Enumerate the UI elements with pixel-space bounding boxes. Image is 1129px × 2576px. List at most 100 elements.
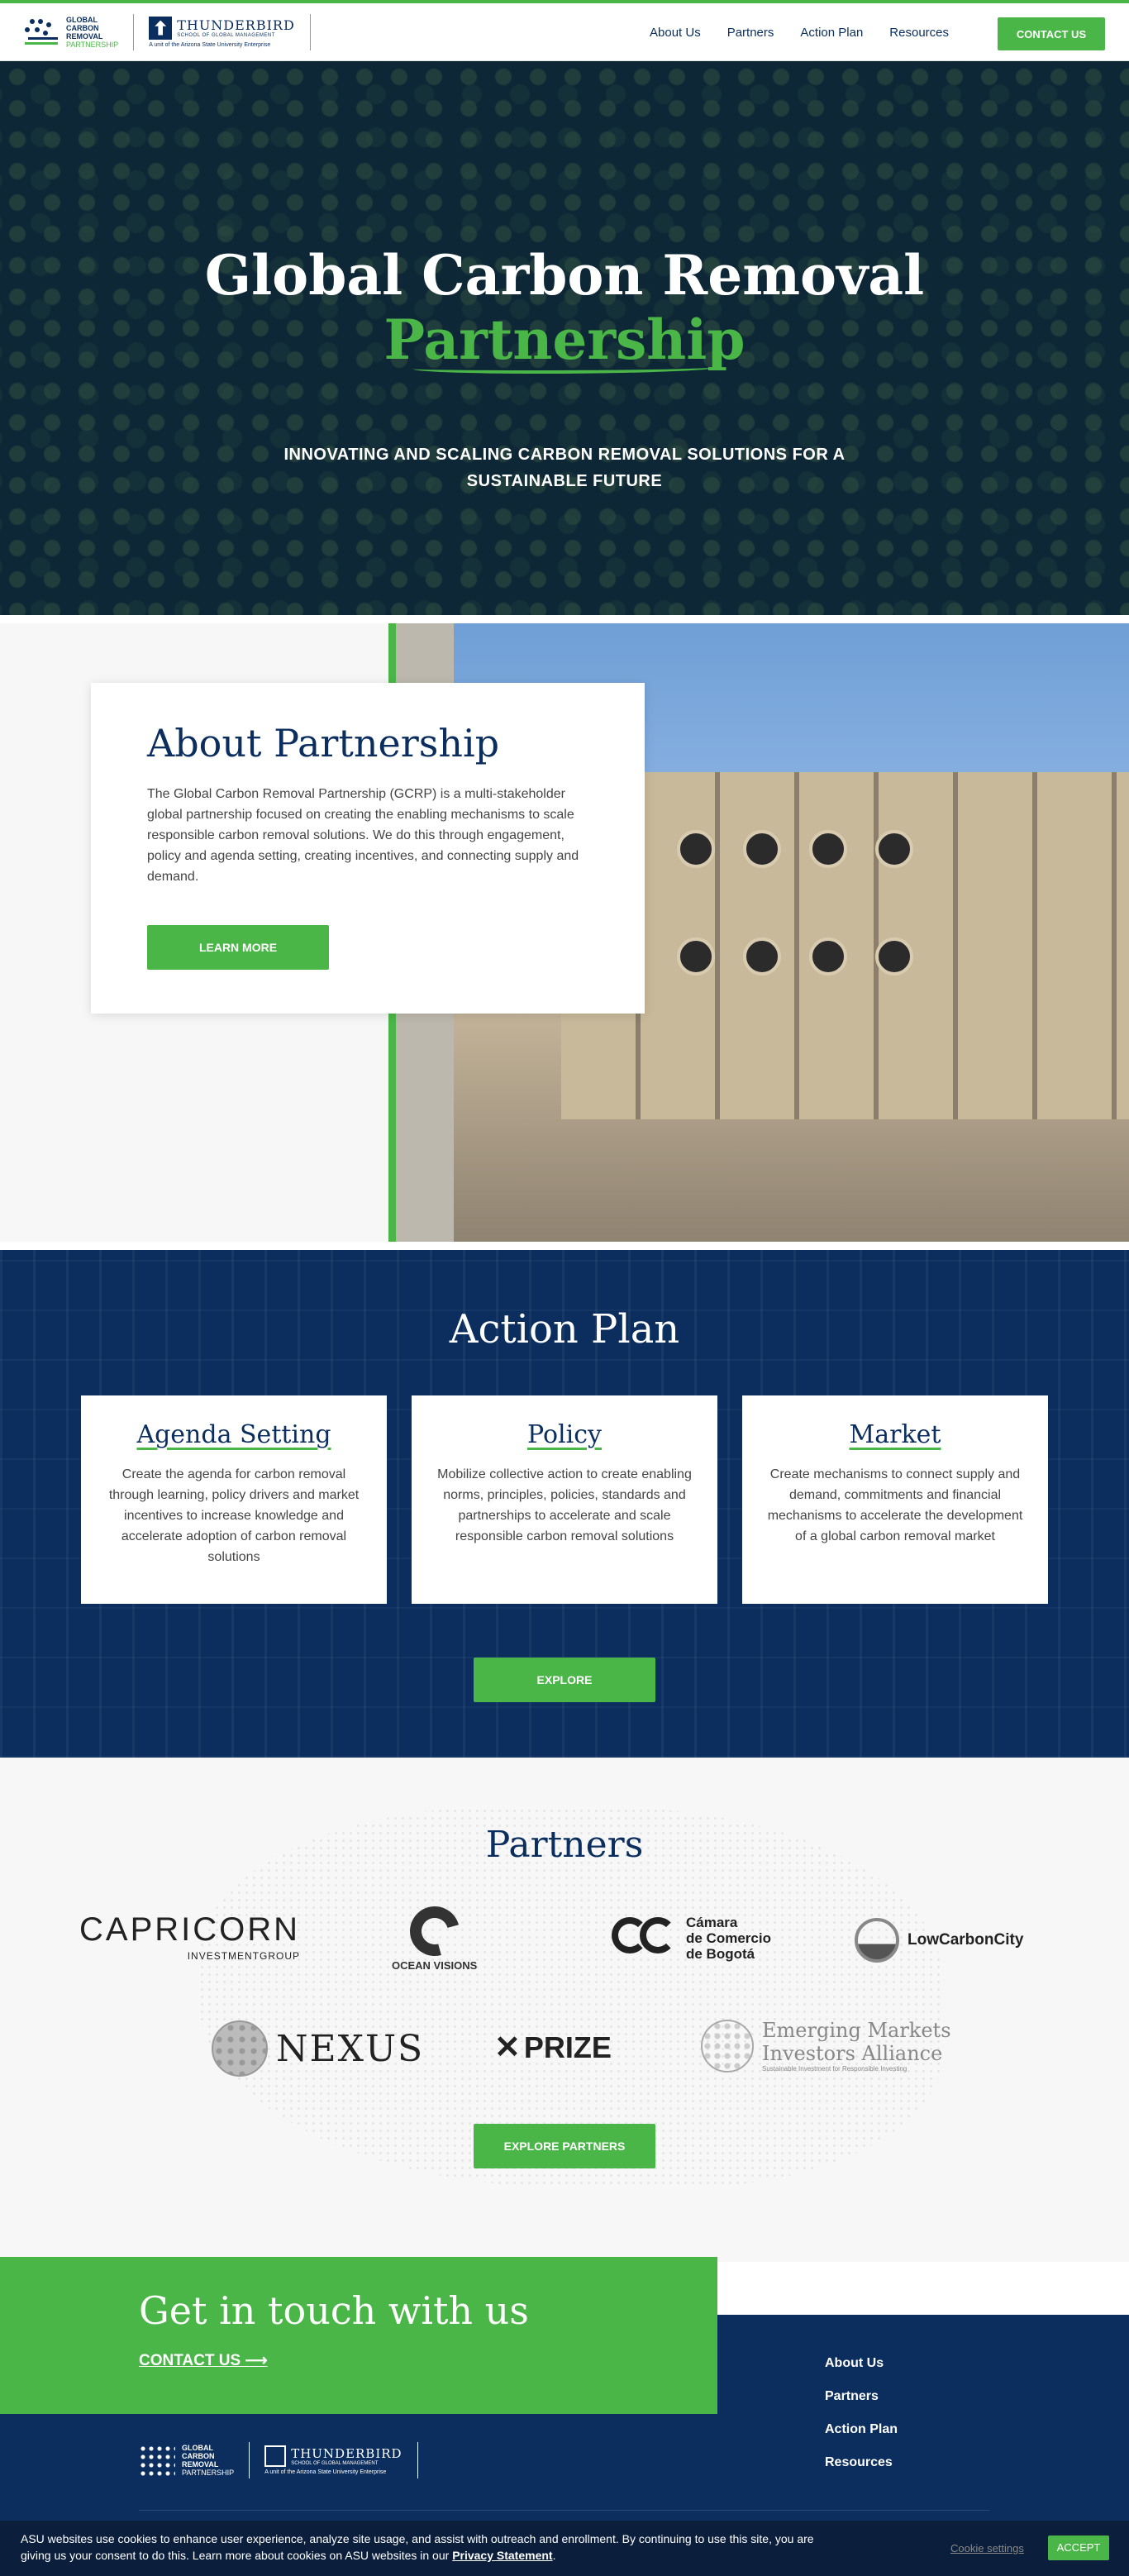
logo-line: PARTNERSHIP [182, 2469, 235, 2477]
emia-globe-icon [701, 2019, 754, 2073]
fan-icon [743, 937, 781, 976]
contact-us-link[interactable]: CONTACT US ⟶ [139, 2351, 268, 2370]
logo-line: GLOBAL [182, 2444, 213, 2452]
nav-partners[interactable]: Partners [727, 26, 774, 40]
footer-link-action-plan[interactable]: Action Plan [825, 2422, 898, 2437]
site-header: GLOBAL CARBON REMOVAL PARTNERSHIP THUNDE… [0, 3, 1129, 61]
plan-card-market[interactable]: Market Create mechanisms to connect supp… [742, 1395, 1048, 1604]
footer-thunderbird-logo[interactable]: THUNDERBIRD SCHOOL OF GLOBAL MANAGEMENT … [264, 2445, 402, 2475]
thunderbird-sub: SCHOOL OF GLOBAL MANAGEMENT [177, 33, 275, 38]
about-card: About Partnership The Global Carbon Remo… [91, 683, 645, 1014]
about-title: About Partnership [147, 721, 500, 766]
logo-line: GLOBAL [66, 15, 98, 24]
contact-us-button[interactable]: CONTACT US [998, 17, 1105, 50]
camara-icon [612, 1916, 678, 1960]
nav-action-plan[interactable]: Action Plan [800, 26, 863, 40]
fan-icon [875, 937, 913, 976]
nexus-globe-icon [212, 2020, 268, 2077]
thunderbird-name: THUNDERBIRD [177, 17, 295, 33]
gcrp-logo[interactable]: GLOBAL CARBON REMOVAL PARTNERSHIP [23, 16, 118, 49]
logo-divider [309, 13, 311, 50]
action-plan-title: Action Plan [449, 1306, 680, 1352]
cookie-settings-link[interactable]: Cookie settings [950, 2540, 1024, 2557]
footer-logos: GLOBAL CARBON REMOVAL PARTNERSHIP THUNDE… [139, 2442, 418, 2478]
explore-button[interactable]: EXPLORE [474, 1658, 655, 1702]
footer-divider [139, 2510, 990, 2511]
get-in-touch-title: Get in touch with us [139, 2288, 529, 2333]
emia-sub: Sustainable Investment for Responsible I… [762, 2065, 907, 2073]
hero-subtitle: INNOVATING AND SCALING CARBON REMOVAL SO… [283, 446, 846, 490]
partners-title: Partners [485, 1824, 644, 1866]
plan-card-policy[interactable]: Policy Mobilize collective action to cre… [412, 1395, 717, 1604]
plan-card-body: Mobilize collective action to create ena… [437, 1467, 692, 1543]
thunderbird-unit: A unit of the Arizona State University E… [264, 2469, 387, 2475]
footer-gcrp-logo[interactable]: GLOBAL CARBON REMOVAL PARTNERSHIP [139, 2444, 234, 2477]
logo-line: REMOVAL [182, 2460, 219, 2469]
logo-line: CARBON [66, 23, 99, 32]
ocean-swirl-icon [400, 1897, 469, 1965]
fan-icon [743, 830, 781, 868]
logo-divider [249, 2442, 250, 2478]
capricorn-name: CAPRICORN [79, 1911, 301, 1948]
logo-line: CARBON [182, 2452, 215, 2460]
camara-line: Cámara [686, 1915, 738, 1930]
fan-icon [809, 830, 847, 868]
hero-title-line1: Global Carbon Removal [204, 243, 925, 308]
hero-section: Global Carbon Removal Partnership INNOVA… [0, 61, 1129, 615]
emia-logo[interactable]: Emerging Markets Investors Alliance Sust… [701, 2019, 951, 2073]
main-nav: About Us Partners Action Plan Resources [650, 3, 949, 61]
ocean-visions-logo[interactable]: OCEAN VISIONS [392, 1897, 478, 1972]
cookie-message: ASU websites use cookies to enhance user… [21, 2532, 814, 2562]
cookie-banner: ASU websites use cookies to enhance user… [0, 2521, 1129, 2576]
ocean-visions-name: OCEAN VISIONS [392, 1959, 478, 1972]
gcrp-dots-icon [23, 16, 61, 49]
logo-line: REMOVAL [66, 31, 103, 41]
fan-icon [875, 830, 913, 868]
footer-link-partners[interactable]: Partners [825, 2389, 898, 2404]
about-body: The Global Carbon Removal Partnership (G… [147, 787, 579, 884]
explore-partners-button[interactable]: EXPLORE PARTNERS [474, 2124, 655, 2168]
lowcarboncity-logo[interactable]: LowCarbonCity [855, 1918, 1023, 1963]
action-plan-section: Action Plan Agenda Setting Create the ag… [0, 1242, 1129, 1758]
facility-structure [561, 772, 1129, 1119]
fan-icon [809, 937, 847, 976]
xprize-logo[interactable]: ✕ PRIZE [494, 2029, 612, 2066]
lowcarboncity-name: LowCarbonCity [907, 1931, 1024, 1949]
footer-links: About Us Partners Action Plan Resources [825, 2356, 898, 2470]
partners-section: Partners CAPRICORN INVESTMENTGROUP OCEAN… [0, 1758, 1129, 2262]
thunderbird-sub: SCHOOL OF GLOBAL MANAGEMENT [291, 2461, 379, 2466]
thunderbird-name: THUNDERBIRD [291, 2446, 403, 2461]
thunderbird-logo[interactable]: THUNDERBIRD SCHOOL OF GLOBAL MANAGEMENT … [149, 16, 295, 48]
thunderbird-icon [149, 16, 173, 40]
gcrp-logo-text: GLOBAL CARBON REMOVAL PARTNERSHIP [66, 16, 118, 49]
footer-link-resources[interactable]: Resources [825, 2455, 898, 2470]
plan-card-title[interactable]: Market [765, 1420, 1025, 1449]
plan-card-body: Create the agenda for carbon removal thr… [108, 1467, 360, 1564]
logo-divider [133, 13, 135, 50]
emia-line: Investors Alliance [762, 2042, 943, 2065]
fan-icon [677, 830, 715, 868]
emia-line: Emerging Markets [762, 2019, 951, 2042]
learn-more-button[interactable]: LEARN MORE [147, 925, 329, 970]
plan-card-title[interactable]: Policy [435, 1420, 694, 1449]
accept-cookies-button[interactable]: ACCEPT [1048, 2535, 1109, 2560]
cookie-text: ASU websites use cookies to enhance user… [21, 2532, 814, 2562]
nav-resources[interactable]: Resources [889, 26, 949, 40]
plan-card-body: Create mechanisms to connect supply and … [767, 1467, 1023, 1543]
privacy-statement-link[interactable]: Privacy Statement [452, 2549, 552, 2562]
camara-line: de Bogotá [686, 1946, 755, 1962]
xprize-name: PRIZE [523, 2030, 612, 2064]
nav-about-us[interactable]: About Us [650, 26, 701, 40]
plan-card-title[interactable]: Agenda Setting [104, 1420, 364, 1449]
gcrp-dots-icon [139, 2445, 175, 2476]
nexus-logo[interactable]: NEXUS [212, 2020, 424, 2077]
plan-card-agenda-setting[interactable]: Agenda Setting Create the agenda for car… [81, 1395, 387, 1604]
logo-divider [417, 2442, 418, 2478]
logo-line: PARTNERSHIP [66, 40, 119, 49]
hero-title: Global Carbon Removal Partnership [0, 243, 1129, 372]
footer-link-about-us[interactable]: About Us [825, 2356, 898, 2371]
camara-line: de Comercio [686, 1930, 771, 1946]
camara-comercio-logo[interactable]: Cámara de Comercio de Bogotá [612, 1915, 771, 1962]
nexus-name: NEXUS [276, 2027, 425, 2070]
capricorn-logo[interactable]: CAPRICORN INVESTMENTGROUP [79, 1911, 300, 1962]
